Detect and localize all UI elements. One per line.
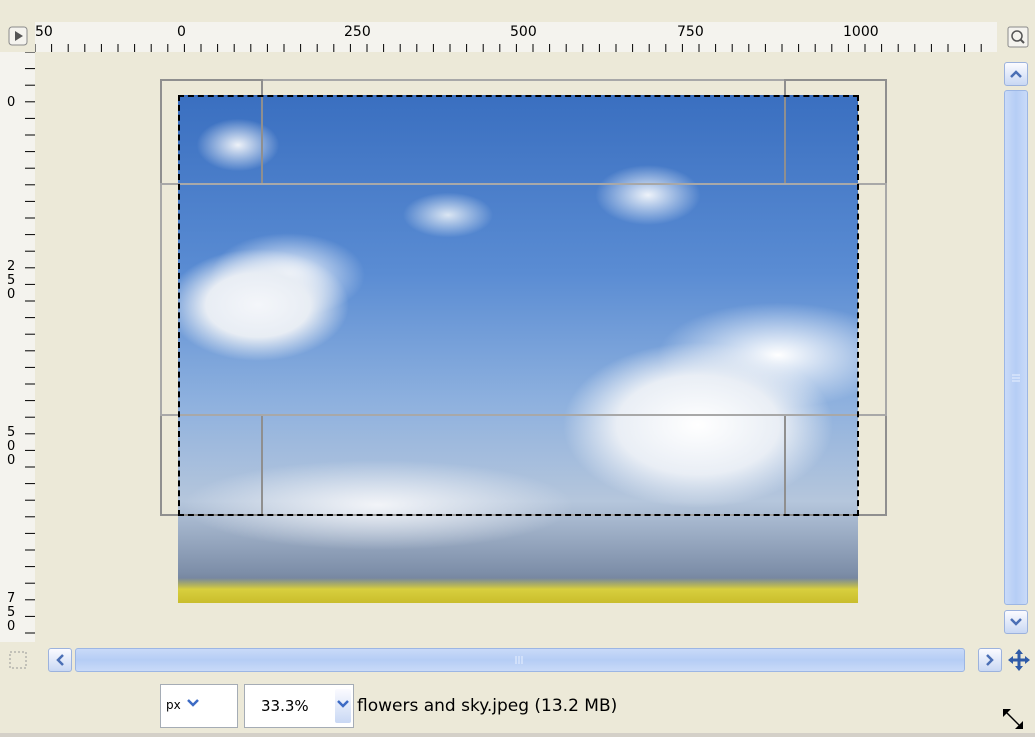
ruler-label: 750 — [677, 24, 704, 40]
flower-field — [178, 578, 858, 603]
chevron-down-icon — [185, 694, 201, 714]
scroll-down-button[interactable] — [1004, 610, 1028, 634]
navigate-icon[interactable] — [1007, 648, 1031, 672]
scroll-left-button[interactable] — [48, 648, 72, 672]
file-info-label: flowers and sky.jpeg (13.2 MB) — [357, 696, 618, 716]
ruler-label-500: 5 0 0 — [7, 425, 16, 468]
ruler-label: 250 — [344, 24, 371, 40]
unit-select[interactable]: px — [160, 684, 238, 728]
zoom-value: 33.3% — [261, 697, 309, 715]
top-edge — [0, 0, 1035, 22]
horizontal-scroll-thumb[interactable] — [75, 648, 965, 672]
menu-arrow-icon[interactable] — [8, 26, 28, 46]
window-bottom-edge — [0, 733, 1035, 737]
vertical-ruler: 0 2 5 0 5 0 0 7 5 0 — [0, 52, 36, 642]
ruler-label: 0 — [177, 24, 186, 40]
ruler-label-250: 2 5 0 — [7, 259, 16, 302]
resize-grip-icon[interactable] — [1000, 706, 1026, 732]
scroll-right-button[interactable] — [978, 648, 1002, 672]
ruler-label: 0 — [7, 95, 16, 110]
ruler-label-750: 7 5 0 — [7, 591, 16, 634]
zoom-combo[interactable]: 33.3% — [244, 684, 354, 728]
unit-value: px — [166, 698, 181, 712]
image-canvas[interactable] — [35, 52, 997, 642]
quick-mask-icon[interactable] — [8, 650, 28, 670]
ruler-label: 1000 — [843, 24, 879, 40]
horizontal-ruler: 50 0 250 500 750 1000 — [35, 22, 997, 53]
ruler-label: 500 — [510, 24, 537, 40]
zoom-icon[interactable] — [1007, 26, 1029, 48]
vertical-scroll-thumb[interactable] — [1004, 90, 1028, 605]
ruler-label: 50 — [35, 24, 53, 40]
selection-marquee — [178, 95, 859, 516]
chevron-down-icon[interactable] — [335, 689, 351, 723]
scroll-up-button[interactable] — [1004, 62, 1028, 86]
